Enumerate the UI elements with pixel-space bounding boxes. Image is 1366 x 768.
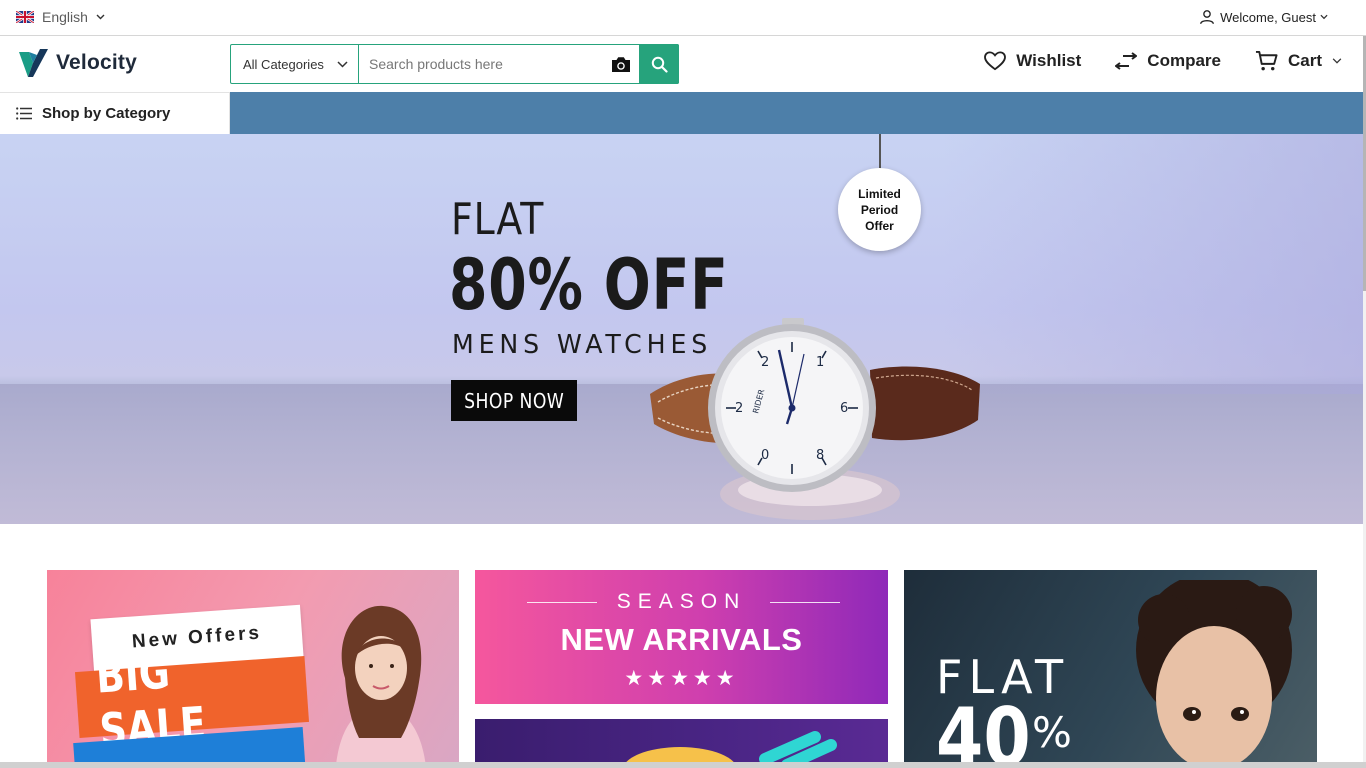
svg-text:2: 2 — [735, 401, 743, 416]
big-sale-label: BIG SALE — [74, 645, 310, 757]
account-menu[interactable]: Welcome, Guest — [1198, 8, 1328, 26]
rating-stars: ★★★★★ — [624, 667, 739, 690]
child-image — [1136, 580, 1292, 768]
model-image — [335, 605, 426, 768]
category-select[interactable]: All Categories — [231, 45, 359, 83]
camera-icon — [612, 56, 630, 72]
chevron-down-icon — [337, 60, 348, 68]
brand-name: Velocity — [56, 51, 137, 74]
top-bar: English Welcome, Guest — [0, 0, 1366, 36]
shop-by-category-button[interactable]: Shop by Category — [0, 92, 230, 134]
category-select-value: All Categories — [243, 56, 324, 72]
user-icon — [1200, 10, 1215, 25]
wishlist-link[interactable]: Wishlist — [984, 51, 1081, 71]
promo-kids[interactable]: FLAT 40 % — [904, 570, 1317, 768]
hero-banner[interactable]: Limited Period Offer FLAT 80% OFF MENS W… — [0, 134, 1363, 524]
header-links: Wishlist Compare Cart — [984, 50, 1342, 72]
velocity-logo-icon — [19, 49, 48, 77]
discount-number: 40 — [936, 691, 1031, 768]
season-label: SEASON — [616, 590, 747, 613]
cart-link[interactable]: Cart — [1255, 50, 1342, 72]
svg-text:0: 0 — [761, 448, 769, 463]
compare-icon — [1115, 52, 1138, 70]
tag-line-3: Offer — [865, 218, 894, 233]
percent-sign: % — [1032, 708, 1072, 757]
uk-flag-icon — [16, 11, 34, 23]
svg-text:6: 6 — [840, 401, 848, 416]
image-search-button[interactable] — [603, 45, 639, 83]
promo-graphic-shapes — [622, 731, 837, 768]
new-arrivals-title: NEW ARRIVALS — [560, 622, 803, 657]
watch-image: 2 1 6 8 0 2 RIDER — [650, 318, 980, 520]
chevron-down-icon — [1332, 58, 1342, 64]
promo-new-arrivals[interactable]: SEASON NEW ARRIVALS ★★★★★ — [475, 570, 888, 704]
category-nav-bar: Shop by Category — [0, 92, 1366, 134]
shop-now-button[interactable]: SHOP NOW — [451, 380, 577, 421]
search-input[interactable] — [359, 45, 603, 83]
hero-shade — [943, 134, 1363, 394]
chevron-down-icon — [1320, 14, 1328, 20]
cart-icon — [1255, 50, 1278, 71]
compare-link[interactable]: Compare — [1115, 51, 1221, 71]
list-menu-icon — [16, 107, 32, 120]
chevron-down-icon — [96, 14, 105, 20]
heart-icon — [984, 51, 1007, 71]
language-label: English — [42, 9, 88, 25]
welcome-label: Welcome, Guest — [1220, 9, 1316, 25]
shop-now-label: SHOP NOW — [463, 388, 565, 413]
wishlist-label: Wishlist — [1016, 51, 1082, 70]
limited-offer-tag: Limited Period Offer — [838, 168, 921, 251]
search-icon — [651, 56, 668, 73]
tag-string — [879, 134, 881, 170]
language-selector[interactable]: English — [16, 9, 105, 25]
tag-line-1: Limited — [858, 186, 901, 201]
cart-label: Cart — [1287, 51, 1322, 70]
hero-flat-text: FLAT — [451, 194, 545, 245]
search-bar: All Categories — [230, 44, 679, 84]
search-button[interactable] — [639, 44, 679, 84]
horizontal-scrollbar[interactable] — [0, 762, 1366, 768]
promo-graphic[interactable] — [475, 719, 888, 768]
main-header: Velocity All Categories Wishlist Compare… — [0, 36, 1366, 92]
tag-line-2: Period — [860, 202, 899, 217]
promo-big-sale[interactable]: New Offers BIG SALE — [47, 570, 459, 768]
shop-by-category-label: Shop by Category — [42, 105, 171, 122]
brand-logo[interactable]: Velocity — [18, 48, 137, 78]
compare-label: Compare — [1147, 51, 1221, 70]
